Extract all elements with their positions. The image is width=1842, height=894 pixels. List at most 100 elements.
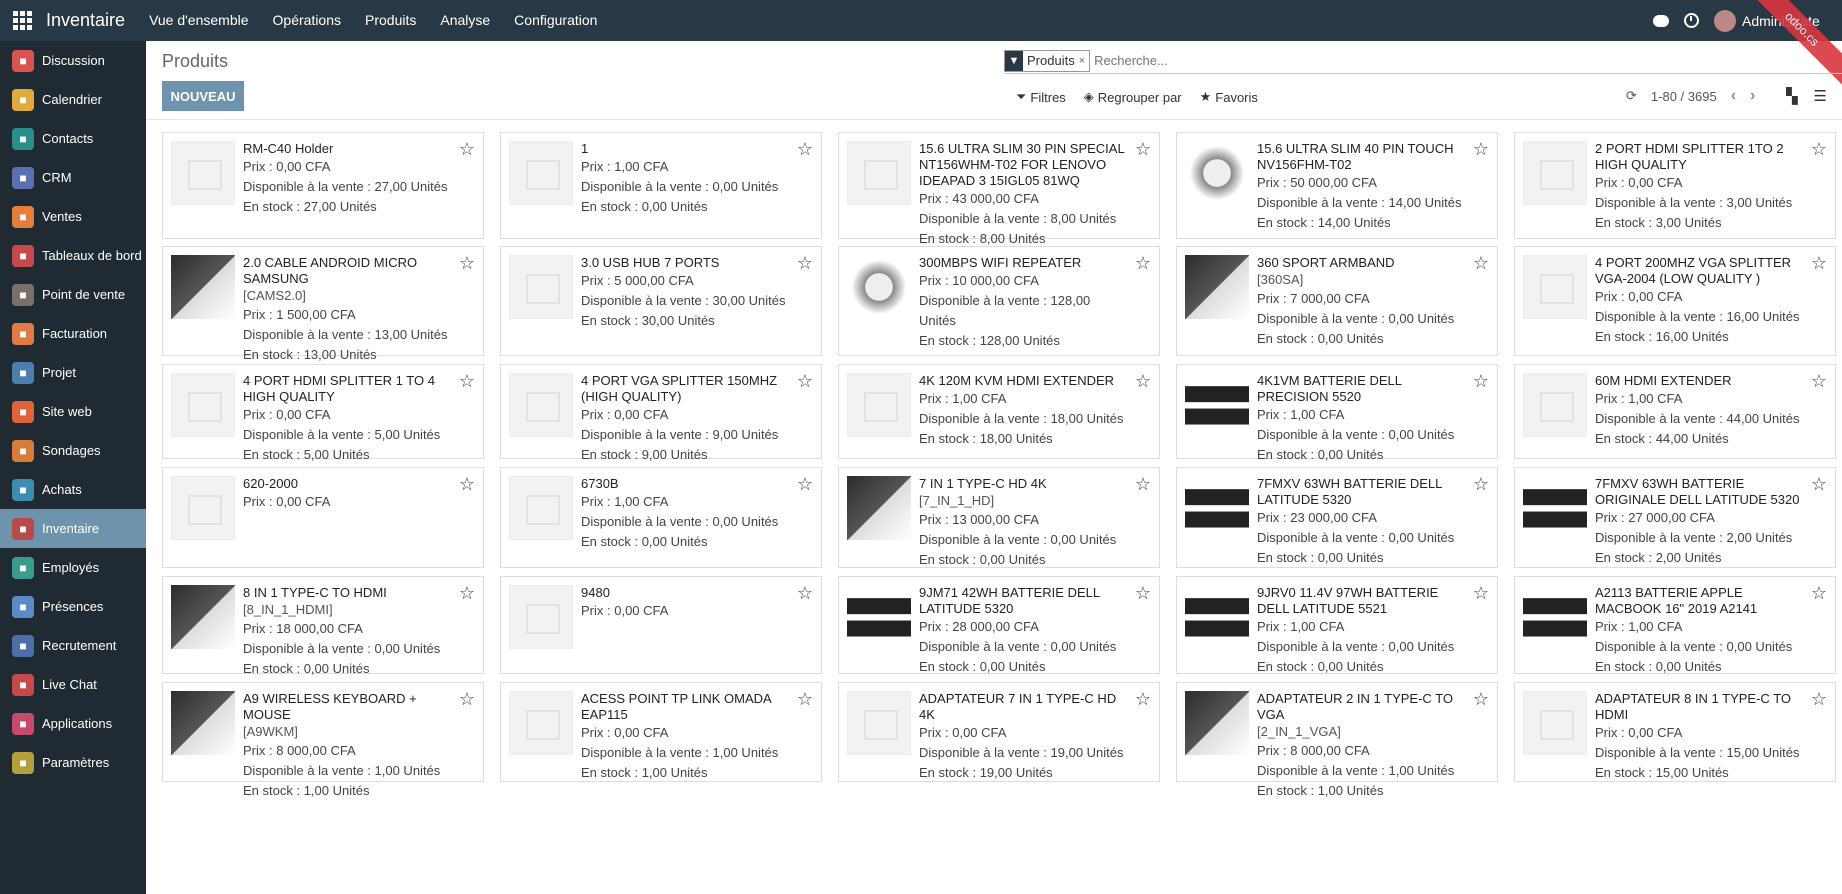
apps-menu-icon[interactable] <box>0 0 44 41</box>
product-card[interactable]: 2.0 CABLE ANDROID MICRO SAMSUNG [CAMS2.0]… <box>162 246 484 362</box>
favorite-star-icon[interactable]: ☆ <box>1473 689 1489 710</box>
favorite-star-icon[interactable]: ☆ <box>1811 371 1827 392</box>
favorite-star-icon[interactable]: ☆ <box>1473 253 1489 274</box>
product-card[interactable]: 6730B Prix : 1,00 CFA Disponible à la vent… <box>500 467 822 568</box>
favorite-star-icon[interactable]: ☆ <box>1811 583 1827 604</box>
sidebar-item-12[interactable]: ■ Inventaire <box>0 509 146 548</box>
sidebar-item-3[interactable]: ■ CRM <box>0 158 146 197</box>
sidebar-item-8[interactable]: ■ Projet <box>0 353 146 392</box>
favorite-star-icon[interactable]: ☆ <box>1135 371 1151 392</box>
favorite-star-icon[interactable]: ☆ <box>459 474 475 495</box>
favorite-star-icon[interactable]: ☆ <box>1811 474 1827 495</box>
sidebar-item-5[interactable]: ■ Tableaux de bord <box>0 236 146 275</box>
product-card[interactable]: A9 WIRELESS KEYBOARD + MOUSE [A9WKM] Prix … <box>162 682 484 798</box>
favorite-star-icon[interactable]: ☆ <box>797 371 813 392</box>
product-card[interactable]: 4 PORT HDMI SPLITTER 1 TO 4 HIGH QUALITY… <box>162 364 484 462</box>
kanban-view-icon[interactable]: ▚ <box>1786 87 1798 105</box>
sidebar-item-6[interactable]: ■ Point de vente <box>0 275 146 314</box>
sidebar-item-7[interactable]: ■ Facturation <box>0 314 146 353</box>
product-card[interactable]: 1 Prix : 1,00 CFA Disponible à la vente : … <box>500 132 822 239</box>
favorite-star-icon[interactable]: ☆ <box>1811 689 1827 710</box>
favorite-star-icon[interactable]: ☆ <box>797 689 813 710</box>
favorite-star-icon[interactable]: ☆ <box>797 474 813 495</box>
sidebar-item-2[interactable]: ■ Contacts <box>0 119 146 158</box>
favorite-star-icon[interactable]: ☆ <box>459 253 475 274</box>
favorite-star-icon[interactable]: ☆ <box>1135 253 1151 274</box>
groupby-button[interactable]: ◈ Regrouper par <box>1084 89 1182 105</box>
facet-remove-icon[interactable]: × <box>1079 55 1089 67</box>
product-card[interactable]: 3.0 USB HUB 7 PORTS Prix : 5 000,00 CFA Di… <box>500 246 822 356</box>
favorite-star-icon[interactable]: ☆ <box>797 583 813 604</box>
product-card[interactable]: 15.6 ULTRA SLIM 40 PIN TOUCH NV156FHM-T0… <box>1176 132 1498 239</box>
product-card[interactable]: 7 IN 1 TYPE-C HD 4K [7_IN_1_HD] Prix : 13 … <box>838 467 1160 568</box>
favorite-star-icon[interactable]: ☆ <box>1135 139 1151 160</box>
pager-next-icon[interactable]: › <box>1750 87 1755 105</box>
avatar[interactable] <box>1714 9 1736 32</box>
favorite-star-icon[interactable]: ☆ <box>459 689 475 710</box>
favorite-star-icon[interactable]: ☆ <box>797 139 813 160</box>
product-card[interactable]: 4 PORT VGA SPLITTER 150MHZ (HIGH QUALITY… <box>500 364 822 462</box>
menu-analyse[interactable]: Analyse <box>428 0 502 41</box>
product-card[interactable]: RM-C40 Holder Prix : 0,00 CFA Disponible à… <box>162 132 484 239</box>
favorites-button[interactable]: ★ Favoris <box>1200 89 1258 105</box>
sidebar-item-1[interactable]: ■ Calendrier <box>0 80 146 119</box>
favorite-star-icon[interactable]: ☆ <box>1473 371 1489 392</box>
sidebar-item-16[interactable]: ■ Live Chat <box>0 665 146 704</box>
favorite-star-icon[interactable]: ☆ <box>1135 583 1151 604</box>
favorite-star-icon[interactable]: ☆ <box>1473 139 1489 160</box>
menu-produits[interactable]: Produits <box>353 0 428 41</box>
app-brand[interactable]: Inventaire <box>44 10 125 31</box>
sidebar-item-17[interactable]: ■ Applications <box>0 704 146 743</box>
new-button[interactable]: NOUVEAU <box>162 81 244 111</box>
favorite-star-icon[interactable]: ☆ <box>459 371 475 392</box>
sidebar-item-18[interactable]: ■ Paramètres <box>0 743 146 782</box>
sidebar-item-0[interactable]: ■ Discussion <box>0 41 146 80</box>
favorite-star-icon[interactable]: ☆ <box>1811 253 1827 274</box>
product-card[interactable]: 9JRV0 11.4V 97WH BATTERIE DELL LATITUDE … <box>1176 576 1498 674</box>
chat-icon[interactable] <box>1646 14 1676 27</box>
product-card[interactable]: 7FMXV 63WH BATTERIE DELL LATITUDE 5320 Pr… <box>1176 467 1498 568</box>
product-card[interactable]: 60M HDMI EXTENDER Prix : 1,00 CFA Disponib… <box>1514 364 1836 459</box>
list-view-icon[interactable]: ☰ <box>1814 87 1827 105</box>
product-card[interactable]: ADAPTATEUR 8 IN 1 TYPE-C TO HDMI Prix : 0… <box>1514 682 1836 782</box>
sidebar-item-14[interactable]: ■ Présences <box>0 587 146 626</box>
pager-value[interactable]: 1-80 / 3695 <box>1651 89 1717 104</box>
product-card[interactable]: 9480 Prix : 0,00 CFA ☆ <box>500 576 822 674</box>
favorite-star-icon[interactable]: ☆ <box>459 583 475 604</box>
menu-operations[interactable]: Opérations <box>261 0 353 41</box>
product-card[interactable]: 360 SPORT ARMBAND [360SA] Prix : 7 000,00 … <box>1176 246 1498 356</box>
product-card[interactable]: 4K1VM BATTERIE DELL PRECISION 5520 Prix :… <box>1176 364 1498 462</box>
product-card[interactable]: 620-2000 Prix : 0,00 CFA ☆ <box>162 467 484 568</box>
sidebar-item-15[interactable]: ■ Recrutement <box>0 626 146 665</box>
activity-clock-icon[interactable] <box>1676 13 1706 28</box>
filters-button[interactable]: ⏷ Filtres <box>1016 89 1066 105</box>
menu-vue-ensemble[interactable]: Vue d'ensemble <box>137 0 260 41</box>
favorite-star-icon[interactable]: ☆ <box>459 139 475 160</box>
product-card[interactable]: 2 PORT HDMI SPLITTER 1TO 2 HIGH QUALITY P… <box>1514 132 1836 239</box>
menu-configuration[interactable]: Configuration <box>502 0 609 41</box>
product-card[interactable]: ADAPTATEUR 2 IN 1 TYPE-C TO VGA [2_IN_1_V… <box>1176 682 1498 798</box>
product-card[interactable]: 15.6 ULTRA SLIM 30 PIN SPECIAL NT156WHM-… <box>838 132 1160 246</box>
product-card[interactable]: 4K 120M KVM HDMI EXTENDER Prix : 1,00 CFA… <box>838 364 1160 459</box>
product-card[interactable]: 4 PORT 200MHZ VGA SPLITTER VGA-2004 (LOW… <box>1514 246 1836 356</box>
favorite-star-icon[interactable]: ☆ <box>1135 474 1151 495</box>
search-input[interactable] <box>1094 53 1395 68</box>
sidebar-item-11[interactable]: ■ Achats <box>0 470 146 509</box>
sidebar-item-4[interactable]: ■ Ventes <box>0 197 146 236</box>
product-card[interactable]: ACESS POINT TP LINK OMADA EAP115 Prix : 0… <box>500 682 822 782</box>
favorite-star-icon[interactable]: ☆ <box>1473 474 1489 495</box>
favorite-star-icon[interactable]: ☆ <box>1473 583 1489 604</box>
sidebar-item-10[interactable]: ■ Sondages <box>0 431 146 470</box>
sidebar-item-9[interactable]: ■ Site web <box>0 392 146 431</box>
product-card[interactable]: 300MBPS WIFI REPEATER Prix : 10 000,00 CF… <box>838 246 1160 356</box>
refresh-icon[interactable]: ⟳ <box>1626 88 1637 104</box>
product-card[interactable]: ADAPTATEUR 7 IN 1 TYPE-C HD 4K Prix : 0,0… <box>838 682 1160 782</box>
product-card[interactable]: 7FMXV 63WH BATTERIE ORIGINALE DELL LATIT… <box>1514 467 1836 568</box>
product-card[interactable]: 9JM71 42WH BATTERIE DELL LATITUDE 5320 Pr… <box>838 576 1160 674</box>
favorite-star-icon[interactable]: ☆ <box>797 253 813 274</box>
product-card[interactable]: 8 IN 1 TYPE-C TO HDMI [8_IN_1_HDMI] Prix :… <box>162 576 484 676</box>
pager-previous-icon[interactable]: ‹ <box>1731 87 1736 105</box>
favorite-star-icon[interactable]: ☆ <box>1135 689 1151 710</box>
product-card[interactable]: A2113 BATTERIE APPLE MACBOOK 16" 2019 A2… <box>1514 576 1836 674</box>
favorite-star-icon[interactable]: ☆ <box>1811 139 1827 160</box>
